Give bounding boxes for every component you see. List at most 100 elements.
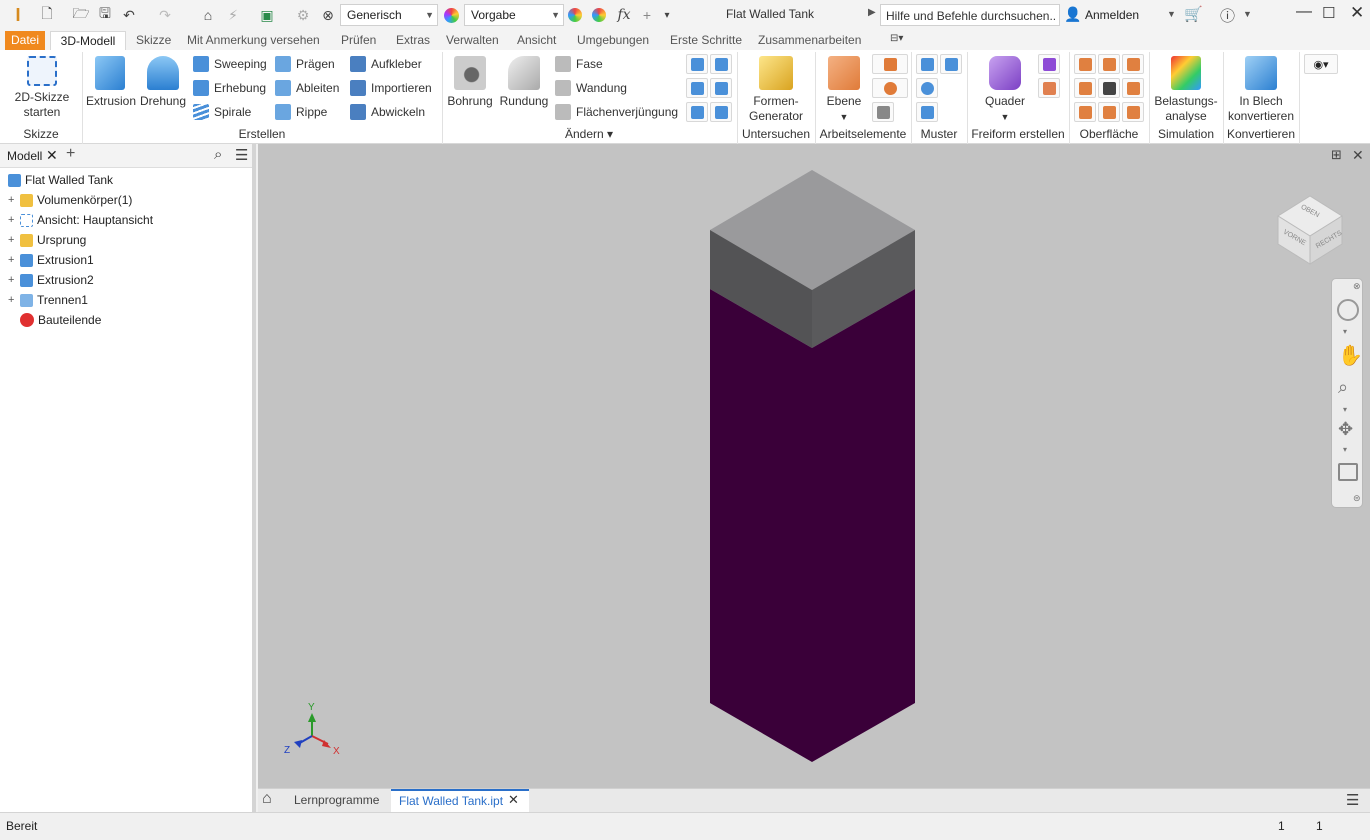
stress-analysis-button[interactable]: Belastungs- analyse xyxy=(1152,56,1220,124)
move-face-icon[interactable] xyxy=(686,78,708,98)
sweep-button[interactable]: Sweeping xyxy=(193,53,267,75)
add-icon[interactable]: + xyxy=(638,5,656,25)
tab-file[interactable]: Datei xyxy=(5,31,46,50)
new-file-icon[interactable]: 🗋 xyxy=(36,5,58,25)
adjust-appearance-icon[interactable] xyxy=(566,5,584,25)
shape-generator-button[interactable]: Formen- Generator xyxy=(742,56,810,124)
tab-tools[interactable]: Extras xyxy=(390,31,436,50)
sign-in-dropdown-icon[interactable]: ▼ xyxy=(1167,9,1176,19)
panel-modify-label[interactable]: Ändern ▾ xyxy=(442,127,736,141)
coil-button[interactable]: Spirale xyxy=(193,101,251,123)
search-arrow-icon[interactable]: ▶ xyxy=(868,7,876,18)
thicken-icon[interactable] xyxy=(710,78,732,98)
ruled-surface-icon[interactable] xyxy=(1122,102,1144,122)
clear-appearance-icon[interactable] xyxy=(590,5,608,25)
model-canvas[interactable]: Y X Z OBEN VORNE RECHTS xyxy=(258,144,1370,788)
browser-tab-model[interactable]: Modell xyxy=(7,149,42,163)
navbar-options-icon[interactable]: ⊜ xyxy=(1353,493,1361,504)
import-button[interactable]: Importieren xyxy=(350,77,432,99)
split-icon[interactable] xyxy=(686,54,708,74)
sign-in-link[interactable]: Anmelden xyxy=(1085,8,1139,22)
home-icon[interactable]: ⌂ xyxy=(197,5,219,25)
tab-annotate[interactable]: Mit Anmerkung versehen xyxy=(181,31,326,50)
browser-menu-icon[interactable]: ☰ xyxy=(235,146,248,164)
look-at-icon[interactable] xyxy=(1338,463,1358,481)
app-logo-icon[interactable]: I xyxy=(8,5,28,25)
viewport-layout-icon[interactable]: ⊞ xyxy=(1331,147,1342,163)
axis-icon[interactable] xyxy=(872,54,908,74)
cart-icon[interactable]: 🛒 xyxy=(1184,5,1203,23)
redo-icon[interactable]: ↷ xyxy=(154,5,176,25)
steering-wheel-icon[interactable] xyxy=(1337,299,1359,321)
tab-view[interactable]: Ansicht xyxy=(511,31,562,50)
material-icon[interactable]: ⊗ xyxy=(317,5,339,25)
zoom-icon[interactable]: ⌕ xyxy=(1338,377,1348,398)
help-dropdown-icon[interactable]: ▼ xyxy=(1243,9,1252,19)
search-icon[interactable]: ⌕ xyxy=(214,146,222,163)
freeform-box-button[interactable]: Quader ▼ xyxy=(982,56,1028,125)
shell-button[interactable]: Wandung xyxy=(555,77,627,99)
customize-icon[interactable]: ▾ xyxy=(658,5,676,25)
parameters-icon[interactable]: fx xyxy=(614,5,634,25)
maximize-button[interactable]: ☐ xyxy=(1322,4,1335,22)
expand-icon[interactable]: + xyxy=(8,234,16,246)
doc-menu-icon[interactable]: ☰ xyxy=(1346,791,1359,809)
stitch-icon[interactable] xyxy=(1074,54,1096,74)
tree-item-split1[interactable]: + Trennen1 xyxy=(0,290,88,310)
derive-button[interactable]: Ableiten xyxy=(275,77,339,99)
ucs-icon[interactable] xyxy=(872,102,894,122)
orbit-icon[interactable]: ✥ xyxy=(1338,419,1353,440)
help-search-input[interactable]: Hilfe und Befehle durchsuchen.. xyxy=(880,4,1060,26)
tree-item-solid-bodies[interactable]: + Volumenkörper(1) xyxy=(0,190,132,210)
navbar-close-icon[interactable]: ⊗ xyxy=(1353,281,1361,292)
tab-sketch[interactable]: Skizze xyxy=(130,31,177,50)
save-icon[interactable]: 🖫 xyxy=(94,5,116,25)
expand-icon[interactable]: + xyxy=(8,294,16,306)
draft-button[interactable]: Flächenverjüngung xyxy=(555,101,678,123)
extend-icon[interactable] xyxy=(1122,78,1144,98)
delete-icon[interactable] xyxy=(1098,78,1120,98)
viewport-close-icon[interactable]: ✕ xyxy=(1352,147,1364,164)
tab-environments[interactable]: Umgebungen xyxy=(571,31,655,50)
rectangular-pattern-icon[interactable] xyxy=(916,54,938,74)
convert-to-freeform-icon[interactable] xyxy=(1038,78,1060,98)
plane-button[interactable]: Ebene ▼ xyxy=(822,56,866,125)
close-doc-icon[interactable]: ✕ xyxy=(508,792,519,808)
tab-manage[interactable]: Verwalten xyxy=(440,31,505,50)
replace-face-icon[interactable] xyxy=(1098,102,1120,122)
patch-icon[interactable] xyxy=(1122,54,1144,74)
tree-item-end-of-part[interactable]: Bauteilende xyxy=(0,310,101,330)
tab-get-started[interactable]: Erste Schritte xyxy=(664,31,748,50)
tab-inspect[interactable]: Prüfen xyxy=(335,31,382,50)
convert-to-sheetmetal-button[interactable]: In Blech konvertieren xyxy=(1226,56,1296,124)
revolve-button[interactable]: Drehung xyxy=(138,56,188,109)
ribbon-display-icon[interactable]: ⊟▾ xyxy=(890,33,918,47)
viewcube[interactable]: OBEN VORNE RECHTS xyxy=(1277,195,1344,265)
tree-root[interactable]: Flat Walled Tank xyxy=(0,170,113,190)
home-tab-icon[interactable]: ⌂ xyxy=(262,790,272,808)
material-combo[interactable]: Generisch ▼ xyxy=(340,4,438,26)
close-browser-tab-icon[interactable]: ✕ xyxy=(46,147,58,164)
trim-icon[interactable] xyxy=(1074,78,1096,98)
appearance-icon[interactable] xyxy=(442,5,460,25)
tab-collaborate[interactable]: Zusammenarbeiten xyxy=(752,31,867,50)
decal-button[interactable]: Aufkleber xyxy=(350,53,422,75)
open-icon[interactable]: 🗁 xyxy=(70,5,92,25)
update-icon[interactable]: ⚡ xyxy=(222,5,244,25)
tree-item-origin[interactable]: + Ursprung xyxy=(0,230,86,250)
emboss-button[interactable]: Prägen xyxy=(275,53,335,75)
sculpt-icon[interactable] xyxy=(1098,54,1120,74)
unwrap-button[interactable]: Abwickeln xyxy=(350,101,425,123)
active-doc-tab[interactable]: Flat Walled Tank.ipt ✕ xyxy=(391,789,529,812)
point-icon[interactable] xyxy=(872,78,908,98)
hole-button[interactable]: Bohrung xyxy=(446,56,494,109)
orbit-dropdown-icon[interactable]: ▾ xyxy=(1343,445,1347,454)
tab-3d-model[interactable]: 3D-Modell xyxy=(50,31,126,50)
sketch-pattern-icon[interactable] xyxy=(916,102,938,122)
select-icon[interactable]: ▣ xyxy=(256,5,278,25)
minimize-button[interactable]: — xyxy=(1296,3,1312,21)
combine-icon[interactable] xyxy=(710,54,732,74)
chamfer-button[interactable]: Fase xyxy=(555,53,603,75)
graphics-viewport[interactable]: Y X Z OBEN VORNE RECHTS ⊞ ✕ xyxy=(258,144,1370,788)
tab-tutorials[interactable]: Lernprogramme xyxy=(294,793,379,807)
